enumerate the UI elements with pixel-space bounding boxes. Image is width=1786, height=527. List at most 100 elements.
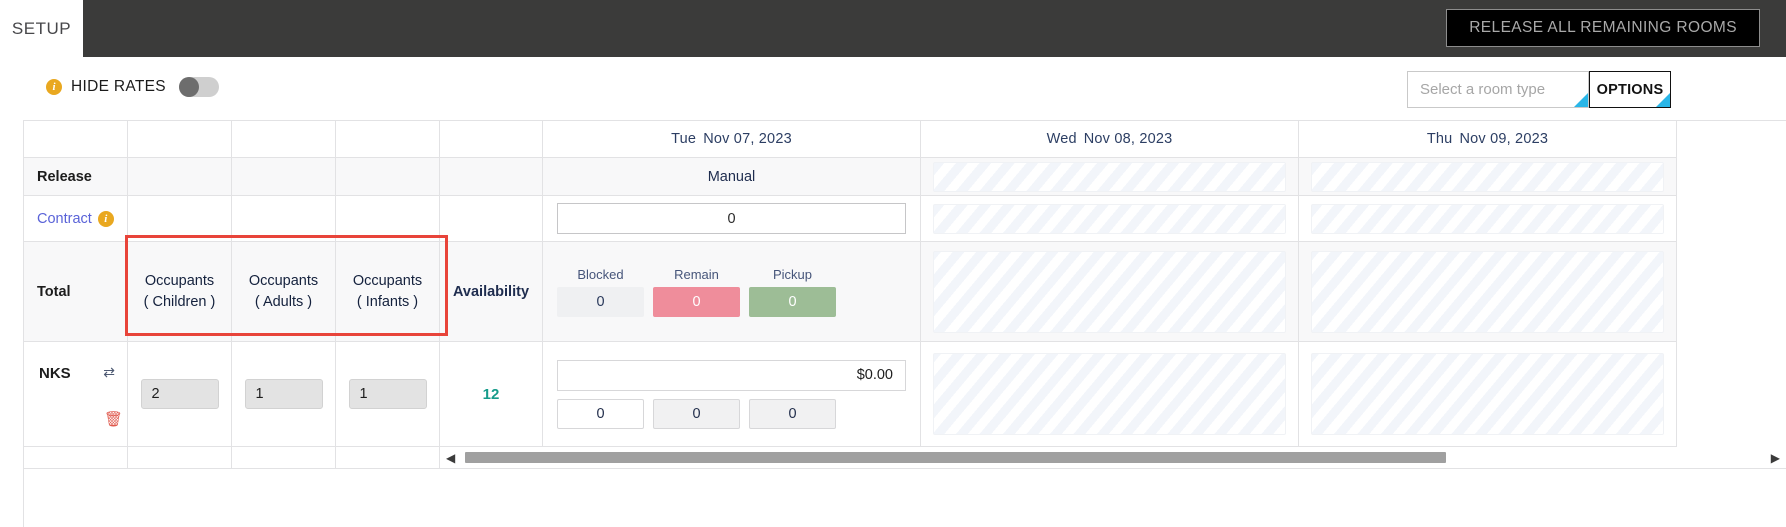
release-occ-children-cell [128, 158, 232, 196]
hide-rates-label: HIDE RATES [71, 78, 166, 95]
release-day-2[interactable] [921, 158, 1299, 196]
total-occ-children-cell: Occupants ( Children ) [128, 242, 232, 342]
contract-day-1[interactable]: 0 [543, 196, 921, 242]
top-bar: SETUP RELEASE ALL REMAINING ROOMS [0, 0, 1786, 57]
total-row: Total Occupants ( Children ) Occupants (… [24, 242, 1786, 342]
table-row: NKS ⇄ 🗑 2 1 1 12 $0.00 0 0 0 [24, 342, 1786, 447]
total-day-1: Blocked 0 Remain 0 Pickup 0 [543, 242, 921, 342]
release-occ-adults-cell [232, 158, 336, 196]
hide-rates-toggle[interactable] [178, 77, 219, 97]
info-glyph: i [104, 212, 108, 225]
occ-infants-line2: ( Infants ) [356, 293, 419, 310]
nks-box-2[interactable]: 0 [653, 398, 740, 429]
trash-icon[interactable]: 🗑 [104, 410, 123, 428]
contract-day-2[interactable] [921, 196, 1299, 242]
dropdown-corner-icon [1574, 93, 1588, 107]
nks-children-cell: 2 [128, 342, 232, 447]
contract-occ-adults-cell [232, 196, 336, 242]
availability-value: 12 [482, 385, 500, 403]
scroll-left-arrow-icon[interactable]: ◀ [440, 451, 461, 465]
day-header-1[interactable]: Tue Nov 07, 2023 [543, 121, 921, 158]
children-input[interactable]: 2 [140, 379, 219, 409]
release-day-1[interactable]: Manual [543, 158, 921, 196]
day-date: Nov 09, 2023 [1459, 131, 1549, 147]
grid-footer: ◀ ▶ [24, 447, 1786, 469]
placeholder-hatch [933, 250, 1286, 333]
horizontal-scrollbar[interactable]: ◀ ▶ [440, 447, 1786, 469]
contract-label-cell[interactable]: Contract i [24, 196, 128, 242]
info-icon: i [46, 79, 62, 95]
placeholder-hatch [1311, 203, 1664, 234]
release-occ-infants-cell [336, 158, 440, 196]
rates-grid: Tue Nov 07, 2023 Wed Nov 08, 2023 Thu Nov 0… [23, 120, 1786, 527]
footer-label-cell [24, 447, 128, 469]
day-date: Nov 08, 2023 [1083, 131, 1173, 147]
footer-occ-children-cell [128, 447, 232, 469]
remain-item: Remain 0 [653, 267, 740, 317]
release-all-label: RELEASE ALL REMAINING ROOMS [1469, 19, 1737, 36]
day-date: Nov 07, 2023 [703, 131, 792, 147]
placeholder-hatch [933, 353, 1286, 435]
contract-day-3[interactable] [1299, 196, 1677, 242]
remain-caption: Remain [674, 266, 719, 282]
nks-availability-cell: 12 [440, 342, 543, 447]
grid-header-row: Tue Nov 07, 2023 Wed Nov 08, 2023 Thu Nov 0… [24, 121, 1786, 158]
info-glyph: i [52, 81, 56, 93]
day-header-3[interactable]: Thu Nov 09, 2023 [1299, 121, 1677, 158]
options-corner-icon [1656, 93, 1670, 107]
nks-box-3[interactable]: 0 [749, 398, 836, 429]
occ-children-line2: ( Children ) [143, 293, 216, 310]
scroll-right-arrow-icon[interactable]: ▶ [1765, 451, 1786, 465]
nks-label-cell: NKS ⇄ 🗑 [24, 342, 128, 447]
release-label-cell: Release [24, 158, 128, 196]
header-corner-cell [24, 121, 128, 158]
nks-box-1[interactable]: 0 [557, 398, 644, 429]
room-type-select[interactable]: Select a room type [1407, 71, 1589, 108]
options-label: OPTIONS [1596, 81, 1664, 98]
scrollbar-thumb[interactable] [465, 452, 1446, 463]
adults-input[interactable]: 1 [244, 379, 323, 409]
placeholder-hatch [1311, 250, 1664, 333]
contract-label-text: Contract [37, 210, 92, 227]
contract-input-day1[interactable]: 0 [557, 203, 906, 234]
total-day-2 [921, 242, 1299, 342]
occ-children-line1: Occupants [144, 272, 215, 289]
infants-input[interactable]: 1 [348, 379, 427, 409]
day-weekday: Tue [671, 131, 697, 147]
pickup-caption: Pickup [772, 266, 813, 282]
blocked-value: 0 [557, 286, 644, 317]
footer-occ-infants-cell [336, 447, 440, 469]
swap-icon[interactable]: ⇄ [103, 364, 115, 381]
options-button[interactable]: OPTIONS [1589, 71, 1671, 108]
room-type-placeholder: Select a room type [1420, 81, 1546, 98]
blocked-item: Blocked 0 [557, 267, 644, 317]
contract-info-icon[interactable]: i [97, 210, 114, 227]
release-day-3[interactable] [1299, 158, 1677, 196]
release-all-remaining-rooms-button[interactable]: RELEASE ALL REMAINING ROOMS [1446, 9, 1760, 47]
tab-setup[interactable]: SETUP [0, 0, 83, 57]
occ-adults-line1: Occupants [248, 272, 319, 289]
nks-adults-cell: 1 [232, 342, 336, 447]
day-header-2[interactable]: Wed Nov 08, 2023 [921, 121, 1299, 158]
header-occ-infants-cell [336, 121, 440, 158]
placeholder-hatch [933, 161, 1286, 192]
setup-label: SETUP [11, 18, 72, 38]
contract-occ-infants-cell [336, 196, 440, 242]
total-occ-infants-cell: Occupants ( Infants ) [336, 242, 440, 342]
availability-label: Availability [452, 283, 530, 300]
release-manual-value: Manual [707, 168, 756, 185]
placeholder-hatch [1311, 161, 1664, 192]
price-input[interactable]: $0.00 [557, 359, 906, 391]
contract-availability-cell [440, 196, 543, 242]
nks-day-3 [1299, 342, 1677, 447]
occ-adults-line2: ( Adults ) [254, 293, 313, 310]
total-availability-cell: Availability [440, 242, 543, 342]
day-weekday: Thu [1426, 131, 1453, 147]
header-occ-children-cell [128, 121, 232, 158]
nks-value-group: 0 0 0 [543, 398, 920, 429]
hide-rates-control[interactable]: i HIDE RATES [46, 77, 219, 97]
pickup-value: 0 [749, 286, 836, 317]
nks-label: NKS [39, 365, 71, 382]
contract-label: Contract i [24, 210, 114, 227]
release-row: Release Manual [24, 158, 1786, 196]
